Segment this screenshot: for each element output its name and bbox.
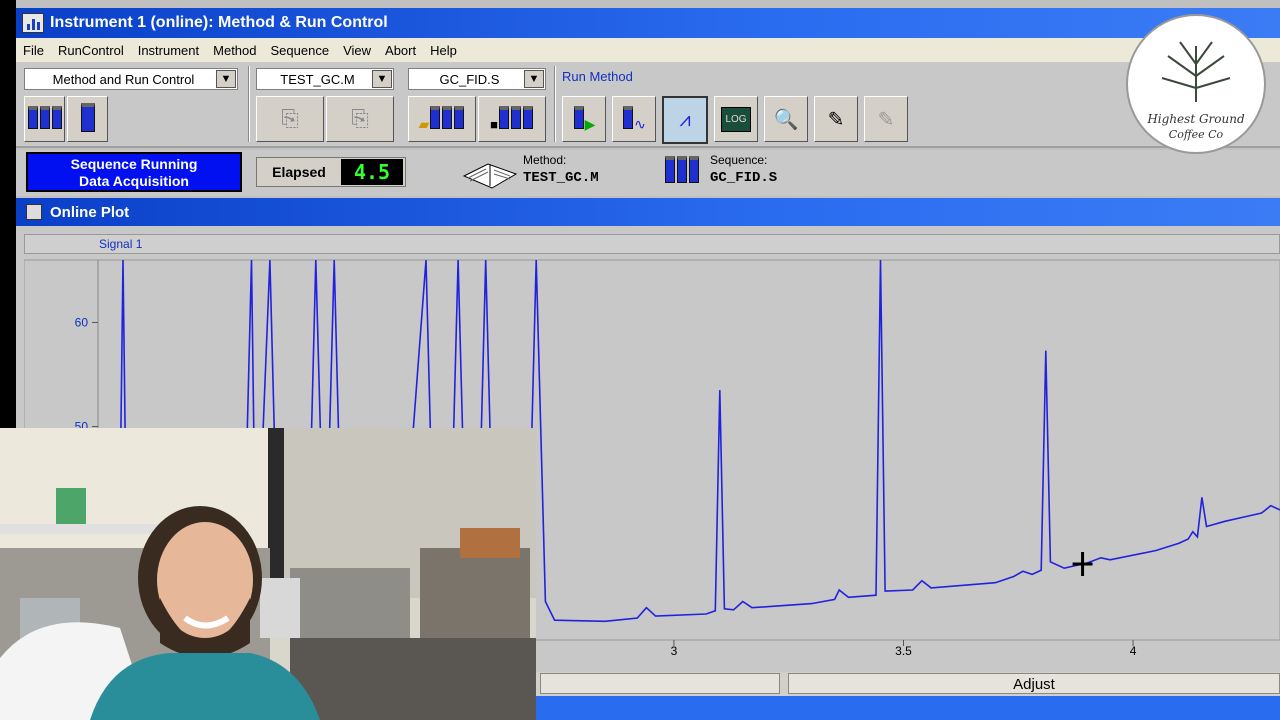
plot-icon: ⩘ <box>679 108 691 131</box>
sequence-value: GC_FID.S <box>710 170 778 186</box>
run-method-button[interactable]: ▶ <box>562 96 606 142</box>
menu-item-view[interactable]: View <box>336 43 378 58</box>
logo-line1: Highest Ground <box>1147 112 1245 126</box>
window-titlebar: Instrument 1 (online): Method & Run Cont… <box>16 8 1280 38</box>
sequence-select[interactable]: GC_FID.S ▼ <box>408 68 546 90</box>
dropdown-arrow-icon[interactable]: ▼ <box>216 70 236 88</box>
method-caption: Method: <box>523 153 567 167</box>
elapsed-panel: Elapsed 4.5 <box>256 157 406 187</box>
adjust-button[interactable]: Adjust <box>788 673 1280 694</box>
sequence-select-value: GC_FID.S <box>439 71 500 87</box>
taskbar-strip <box>536 696 1280 720</box>
menu-item-runcontrol[interactable]: RunControl <box>51 43 131 58</box>
status-row: Sequence Running Data Acquisition Elapse… <box>16 150 1280 196</box>
method-value: TEST_GC.M <box>523 170 599 186</box>
logo-line2: Coffee Co <box>1168 128 1224 141</box>
method-book-icon <box>462 156 518 192</box>
online-plot-title: Online Plot <box>50 203 130 221</box>
x-tick-label-3.5: 3.5 <box>895 644 912 658</box>
online-plot-button[interactable]: ⩘ <box>662 96 708 144</box>
run-buttons: ▶ ∿ ⩘ LOG 🔍 ✎ ✎ <box>562 96 922 144</box>
webcam-overlay <box>0 428 536 720</box>
menu-item-method[interactable]: Method <box>206 43 263 58</box>
dropdown-arrow-icon[interactable]: ▼ <box>372 70 392 88</box>
logbook-button[interactable]: LOG <box>714 96 758 142</box>
x-tick-label-3: 3 <box>671 644 678 658</box>
signal-strip: Signal 1 <box>24 234 1280 254</box>
sequence-vials-icon <box>664 156 700 186</box>
window-title: Instrument 1 (online): Method & Run Cont… <box>50 14 388 31</box>
sequence-buttons: ▰ ■ <box>408 96 548 142</box>
x-tick-label-4: 4 <box>1130 644 1137 658</box>
run-status-line2: Data Acquisition <box>79 173 189 189</box>
menu-item-file[interactable]: File <box>16 43 51 58</box>
save-method-icon: ⎘ <box>351 106 369 131</box>
plot-window-icon <box>26 204 42 220</box>
open-sequence-icon: ▰ <box>419 105 466 133</box>
toolbar-separator <box>554 66 556 142</box>
run-status-box: Sequence Running Data Acquisition <box>26 152 242 192</box>
load-sequence-button[interactable]: ▰ <box>408 96 476 142</box>
toolbar: Method and Run Control ▼ TEST_GC.M ▼ ⎘ ⎘… <box>16 62 1280 148</box>
run-status-line1: Sequence Running <box>70 156 198 172</box>
sequence-view-button[interactable] <box>24 96 65 142</box>
data-analysis-button[interactable]: 🔍 <box>764 96 808 142</box>
single-run-view-button[interactable] <box>67 96 108 142</box>
elapsed-label: Elapsed <box>272 164 326 180</box>
edit-method-icon: ✎ <box>877 108 895 131</box>
elapsed-value: 4.5 <box>341 159 403 185</box>
menu-item-instrument[interactable]: Instrument <box>131 43 206 58</box>
signal-label: Signal 1 <box>99 237 143 251</box>
chromatogram-vial-icon: ∿ <box>622 105 646 133</box>
menu-item-help[interactable]: Help <box>423 43 464 58</box>
method-select-value: TEST_GC.M <box>280 71 355 87</box>
view-select[interactable]: Method and Run Control ▼ <box>24 68 238 90</box>
app-icon <box>22 13 44 33</box>
plot-bottom-bar: Adjust <box>536 672 1280 696</box>
load-method-button[interactable]: ⎘ <box>256 96 324 142</box>
edit-method-button[interactable]: ✎ <box>864 96 908 142</box>
plot-status-field <box>540 673 780 694</box>
logbook-icon: LOG <box>721 106 751 132</box>
method-buttons: ⎘ ⎘ <box>256 96 396 142</box>
view-buttons <box>24 96 108 142</box>
y-tick-label-60: 60 <box>75 315 89 329</box>
save-sequence-button[interactable]: ■ <box>478 96 546 142</box>
vial-icon <box>80 103 96 135</box>
run-vial-icon: ▶ <box>573 105 595 133</box>
run-method-label: Run Method <box>562 69 633 84</box>
brand-logo: Highest Ground Coffee Co <box>1126 14 1266 154</box>
method-select[interactable]: TEST_GC.M ▼ <box>256 68 394 90</box>
sequence-caption: Sequence: <box>710 153 768 167</box>
view-select-value: Method and Run Control <box>52 71 195 87</box>
online-plot-titlebar: Online Plot <box>16 198 1280 226</box>
magnifier-report-icon: 🔍 <box>773 108 799 131</box>
menu-item-abort[interactable]: Abort <box>378 43 423 58</box>
menu-item-sequence[interactable]: Sequence <box>264 43 337 58</box>
save-sequence-icon: ■ <box>490 106 534 132</box>
dropdown-arrow-icon[interactable]: ▼ <box>524 70 544 88</box>
toolbar-separator <box>248 66 250 142</box>
adjust-label: Adjust <box>1013 676 1055 693</box>
save-method-button[interactable]: ⎘ <box>326 96 394 142</box>
menu-bar: File RunControl Instrument Method Sequence Vi… <box>16 38 1280 62</box>
instrument-status-button[interactable]: ✎ <box>814 96 858 142</box>
injector-icon: ✎ <box>827 108 845 131</box>
open-method-icon: ⎘ <box>281 106 299 131</box>
run-sequence-button[interactable]: ∿ <box>612 96 656 142</box>
vials-icon <box>27 106 63 132</box>
